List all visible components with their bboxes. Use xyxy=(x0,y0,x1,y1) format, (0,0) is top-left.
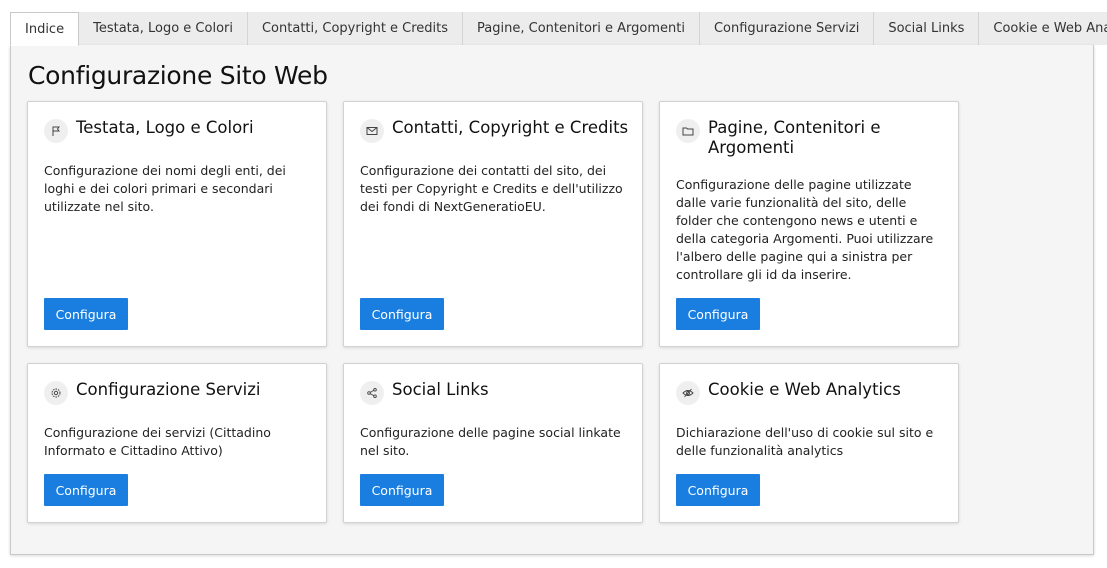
card-title: Configurazione Servizi xyxy=(76,380,261,399)
gear-icon xyxy=(44,381,68,405)
card-cookie: Cookie e Web Analytics Dichiarazione del… xyxy=(659,363,959,523)
share-icon xyxy=(360,381,384,405)
tab-cookie-web-analytics[interactable]: Cookie e Web Analytics xyxy=(979,12,1107,45)
card-contatti: Contatti, Copyright e Credits Configuraz… xyxy=(343,101,643,347)
configura-button[interactable]: Configura xyxy=(360,474,444,506)
card-description: Configurazione dei servizi (Cittadino In… xyxy=(44,425,271,458)
card-title: Pagine, Contenitori e Argomenti xyxy=(708,118,881,157)
configura-button[interactable]: Configura xyxy=(676,298,760,330)
card-description: Configurazione delle pagine social linka… xyxy=(360,425,621,458)
card-pagine: Pagine, Contenitori e Argomenti Configur… xyxy=(659,101,959,347)
card-description: Configurazione delle pagine utilizzate d… xyxy=(676,177,934,282)
card-description: Configurazione dei contatti del sito, de… xyxy=(360,163,623,214)
tab-pagine-contenitori-argomenti[interactable]: Pagine, Contenitori e Argomenti xyxy=(463,12,700,45)
card-testata: Testata, Logo e Colori Configurazione de… xyxy=(27,101,327,347)
tab-panel: Configurazione Sito Web Testata, Logo e … xyxy=(10,45,1094,555)
configura-button[interactable]: Configura xyxy=(44,298,128,330)
tab-contatti-copyright-credits[interactable]: Contatti, Copyright e Credits xyxy=(247,12,464,45)
card-title: Contatti, Copyright e Credits xyxy=(392,118,629,137)
configura-button[interactable]: Configura xyxy=(360,298,444,330)
tab-configurazione-servizi[interactable]: Configurazione Servizi xyxy=(699,12,875,45)
card-title: Social Links xyxy=(392,380,489,399)
card-social: Social Links Configurazione delle pagine… xyxy=(343,363,643,523)
eye-slash-icon xyxy=(676,381,700,405)
tab-bar: Indice Testata, Logo e Colori Contatti, … xyxy=(10,12,1107,46)
tab-indice[interactable]: Indice xyxy=(10,12,80,46)
card-servizi: Configurazione Servizi Configurazione de… xyxy=(27,363,327,523)
configura-button[interactable]: Configura xyxy=(44,474,128,506)
folder-icon xyxy=(676,119,700,143)
tab-social-links[interactable]: Social Links xyxy=(874,12,980,45)
card-description: Dichiarazione dell'uso di cookie sul sit… xyxy=(676,425,934,458)
card-title: Cookie e Web Analytics xyxy=(708,380,901,399)
card-title: Testata, Logo e Colori xyxy=(76,118,254,137)
tab-testata-logo-colori[interactable]: Testata, Logo e Colori xyxy=(79,12,248,45)
page-title: Configurazione Sito Web xyxy=(28,61,328,90)
card-description: Configurazione dei nomi degli enti, dei … xyxy=(44,163,286,214)
envelope-icon xyxy=(360,119,384,143)
configura-button[interactable]: Configura xyxy=(676,474,760,506)
flag-icon xyxy=(44,119,68,143)
